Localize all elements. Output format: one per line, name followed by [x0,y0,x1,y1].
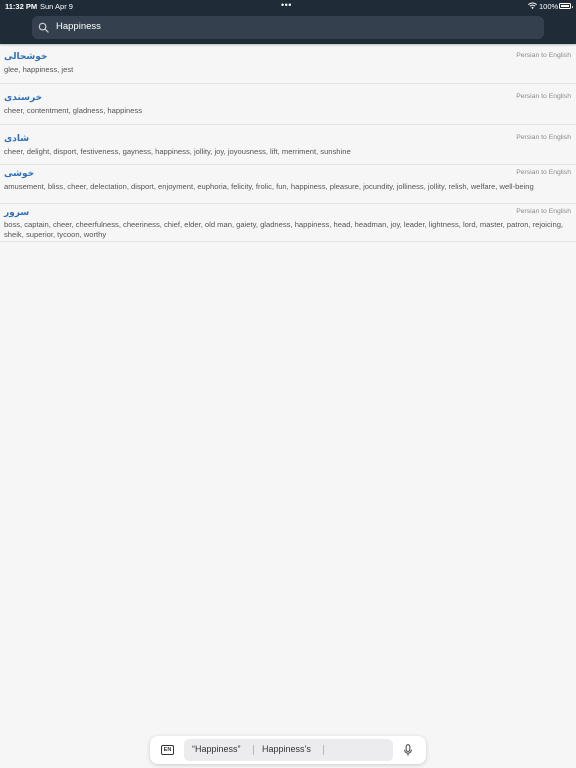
suggestion-divider [323,745,324,755]
result-row[interactable]: خوشی Persian to English amusement, bliss… [0,165,576,204]
result-row[interactable]: خرسندی Persian to English cheer, content… [0,84,576,125]
result-translation: cheer, delight, disport, festiveness, ga… [4,147,351,156]
result-source: Persian to English [516,52,571,59]
status-bar: 11:32 PM Sun Apr 9 ••• 100% [0,0,576,12]
results-list: خوشحالی Persian to English glee, happine… [0,44,576,242]
multitasking-dots-icon[interactable]: ••• [281,0,292,10]
suggestion-divider [253,745,254,755]
result-translation: boss, captain, cheer, cheerfulness, chee… [4,220,564,240]
suggestion-item[interactable]: “Happiness” [192,744,241,754]
result-translation: amusement, bliss, cheer, delectation, di… [4,182,534,191]
result-translation: glee, happiness, jest [4,65,74,74]
microphone-icon[interactable] [403,744,413,757]
result-row[interactable]: سرور Persian to English boss, captain, c… [0,204,576,242]
result-source: Persian to English [516,134,571,141]
result-source: Persian to English [516,169,571,176]
result-row[interactable]: خوشحالی Persian to English glee, happine… [0,44,576,84]
result-source: Persian to English [516,208,571,215]
keyboard-language-key[interactable]: EN [161,745,174,755]
search-field[interactable]: Happiness [32,16,544,39]
result-term: شادی [4,134,30,144]
result-term: خوشی [4,169,35,179]
predictive-suggestions: “Happiness” Happiness’s [184,739,393,761]
wifi-icon [528,2,537,9]
result-row[interactable]: شادی Persian to English cheer, delight, … [0,125,576,165]
result-term: خرسندی [4,93,43,103]
battery-percentage: 100% [539,2,559,11]
suggestion-item[interactable]: Happiness’s [262,744,311,754]
search-input[interactable]: Happiness [56,21,101,32]
result-source: Persian to English [516,93,571,100]
app-header: 11:32 PM Sun Apr 9 ••• 100% Happiness [0,0,576,44]
search-icon [38,22,49,33]
result-term: سرور [4,208,30,218]
status-time: 11:32 PM [5,2,38,11]
result-translation: cheer, contentment, gladness, happiness [4,106,143,115]
battery-icon [559,3,573,9]
keyboard-shortcut-bar: EN “Happiness” Happiness’s [150,736,426,764]
result-term: خوشحالی [4,52,48,62]
status-date: Sun Apr 9 [40,2,73,11]
